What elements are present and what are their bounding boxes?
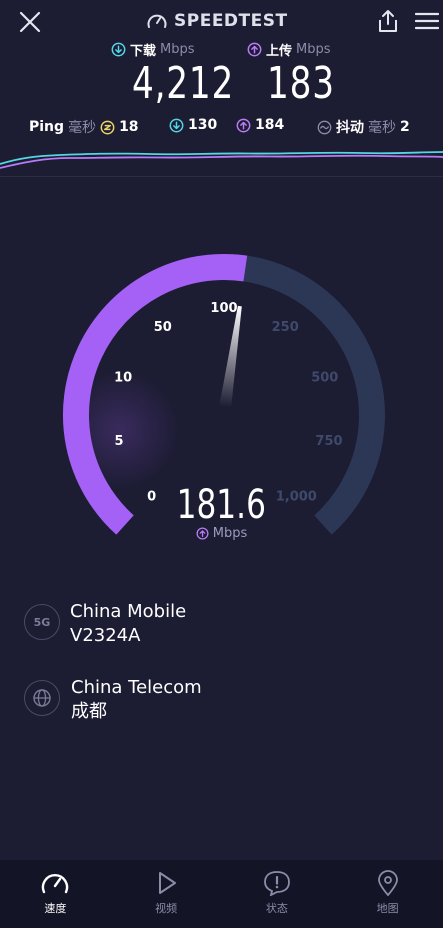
- play-icon: [159, 872, 177, 894]
- alert-icon: [263, 871, 290, 896]
- ping-unit: 毫秒: [68, 120, 97, 136]
- carrier-info: China Mobile V2324A: [70, 600, 186, 648]
- device-name: V2324A: [70, 625, 141, 646]
- current-speed-number: 181.6: [176, 482, 267, 528]
- current-speed-value: 181.6: [0, 482, 443, 528]
- app-logo: SPEEDTEST: [146, 9, 288, 33]
- jitter-value: 2: [400, 119, 410, 135]
- share-button[interactable]: [376, 8, 400, 34]
- gauge-tick-1: 5: [114, 434, 123, 449]
- carrier-name: China Mobile: [70, 601, 187, 622]
- ping-idle-value: 18: [119, 119, 139, 135]
- gauge-tick-3: 50: [154, 320, 172, 335]
- download-label: 下载 Mbps: [111, 40, 195, 59]
- gauge-tick-5: 250: [272, 320, 299, 335]
- nav-speed[interactable]: 速度: [0, 860, 111, 928]
- download-latency-icon: [169, 118, 184, 132]
- upload-speed-value: 183: [267, 58, 335, 109]
- nav-status-label: 状态: [265, 902, 288, 915]
- nav-status[interactable]: 状态: [222, 860, 333, 928]
- 5g-network-icon: 5G: [24, 604, 60, 640]
- upload-label: 上传 Mbps: [247, 40, 331, 59]
- upload-unit: Mbps: [296, 41, 331, 57]
- gauge-tick-2: 10: [114, 370, 132, 385]
- ping-label: Ping: [29, 119, 65, 135]
- gauge-tick-7: 750: [315, 434, 342, 449]
- jitter-wave-icon: [317, 120, 332, 134]
- share-icon: [379, 10, 397, 32]
- upload-label-text: 上传: [266, 43, 293, 59]
- download-unit: Mbps: [160, 41, 195, 57]
- close-button[interactable]: [16, 9, 44, 37]
- ping-upload-value: 184: [255, 117, 285, 133]
- idle-latency-icon: [100, 120, 115, 134]
- jitter: 抖动 毫秒 2: [317, 117, 410, 137]
- gauge-tick-4: 100: [210, 301, 237, 316]
- speedometer-icon: [42, 874, 69, 894]
- speed-history-graph: [0, 151, 443, 169]
- upload-arrow-icon: [247, 42, 262, 56]
- gauge-glow: [60, 370, 180, 490]
- globe-icon: [24, 680, 60, 716]
- ping-idle: Ping 毫秒 18: [29, 117, 139, 137]
- nav-map[interactable]: 地图: [332, 860, 443, 928]
- ping-download: 130: [169, 117, 217, 133]
- nav-speed-label: 速度: [44, 902, 67, 915]
- section-divider: [0, 176, 443, 177]
- globe-icon-graphic: [33, 689, 51, 707]
- app-title: SPEEDTEST: [174, 11, 288, 31]
- ping-row: Ping 毫秒 18 130 184 抖动 毫秒 2: [0, 117, 443, 137]
- ping-download-value: 130: [188, 117, 218, 133]
- upload-arrow-small-icon: [196, 527, 209, 540]
- speedometer-logo-icon: [147, 14, 167, 28]
- nav-video-label: 视频: [155, 902, 178, 915]
- map-pin-icon: [377, 870, 398, 896]
- nav-map-label: 地图: [376, 902, 399, 915]
- close-icon: [19, 11, 41, 33]
- 5g-network-icon-label: 5G: [33, 615, 51, 629]
- download-arrow-icon: [111, 42, 126, 56]
- current-speed-unit: Mbps: [0, 526, 443, 544]
- menu-button[interactable]: [415, 11, 439, 31]
- nav-video[interactable]: 视频: [111, 860, 222, 928]
- isp-info: China Telecom 成都: [71, 676, 202, 724]
- upload-history-line: [0, 154, 443, 169]
- gauge-needle: [219, 305, 242, 408]
- ping-upload: 184: [236, 117, 284, 133]
- download-label-text: 下载: [130, 43, 157, 59]
- upload-latency-icon: [236, 118, 251, 132]
- jitter-label: 抖动: [336, 120, 364, 136]
- isp-name: China Telecom: [71, 677, 202, 698]
- download-speed-value: 4,212: [132, 58, 235, 109]
- bottom-navigation: 速度 视频 状态 地图: [0, 860, 443, 928]
- jitter-unit: 毫秒: [368, 120, 396, 136]
- server-location: 成都: [71, 701, 107, 722]
- current-speed-unit-text: Mbps: [212, 526, 248, 541]
- hamburger-menu-icon: [415, 12, 439, 30]
- gauge-tick-6: 500: [311, 370, 338, 385]
